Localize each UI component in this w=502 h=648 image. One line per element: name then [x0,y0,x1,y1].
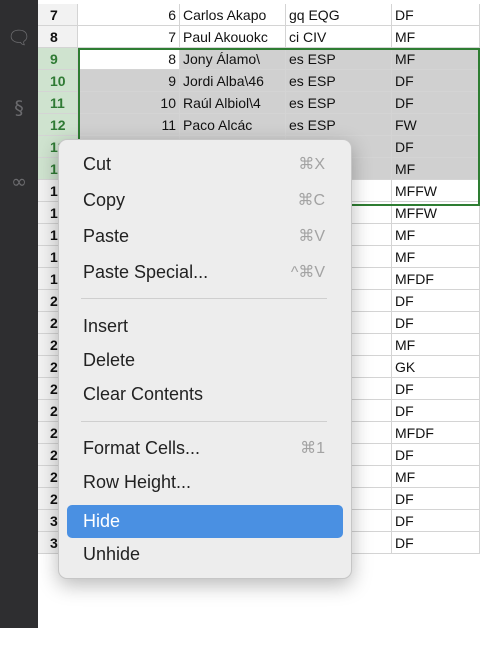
table-row[interactable]: 10 9 Jordi Alba\46 es ESP DF [38,70,480,92]
menu-item-hide[interactable]: Hide [67,505,343,538]
cell-name[interactable]: Jordi Alba\46 [180,70,286,92]
cell-position[interactable]: MF [392,48,480,70]
cell-name[interactable]: Carlos Akapo [180,4,286,26]
table-row[interactable]: 8 7 Paul Akouokc ci CIV MF [38,26,480,48]
cell-name[interactable]: Jony Álamo\ [180,48,286,70]
cell-position[interactable]: MF [392,246,480,268]
cell-position[interactable]: GK [392,356,480,378]
cell-position[interactable]: DF [392,70,480,92]
cell-position[interactable]: DF [392,510,480,532]
context-menu: Cut ⌘X Copy ⌘C Paste ⌘V Paste Special... ^⌘V Ins… [58,139,352,579]
menu-item-shortcut: ^⌘V [290,264,325,281]
menu-item-label: Paste [83,226,130,246]
cell-name[interactable]: Raúl Albiol\4 [180,92,286,114]
left-sidebar: 🗨 § ∞ [0,0,38,628]
menu-item-unhide[interactable]: Unhide [67,538,343,571]
link-icon[interactable]: ∞ [0,170,38,194]
menu-item-label: Row Height... [83,472,192,492]
cell-position[interactable]: MF [392,158,480,180]
cell-position[interactable]: DF [392,378,480,400]
cell-position[interactable]: MF [392,26,480,48]
cell-nationality[interactable]: es ESP [286,70,392,92]
speech-bubble-icon[interactable]: 🗨 [0,26,38,50]
row-header[interactable]: 7 [38,4,78,26]
menu-item-row-height[interactable]: Row Height... [67,466,343,499]
cell-position[interactable]: MF [392,466,480,488]
menu-item-label: Clear Contents [83,384,204,404]
cell-number[interactable]: 10 [78,92,180,114]
menu-item-shortcut: ⌘C [297,192,325,209]
menu-item-paste[interactable]: Paste ⌘V [67,220,343,253]
menu-item-shortcut: ⌘1 [300,440,325,457]
menu-item-label: Paste Special... [83,262,209,282]
menu-item-insert[interactable]: Insert [67,310,343,343]
menu-item-format-cells[interactable]: Format Cells... ⌘1 [67,432,343,465]
table-row[interactable]: 12 11 Paco Alcác es ESP FW [38,114,480,136]
cell-position[interactable]: DF [392,92,480,114]
row-header[interactable]: 12 [38,114,78,136]
cell-name[interactable]: Paul Akouokc [180,26,286,48]
cell-position[interactable]: MFDF [392,422,480,444]
menu-item-delete[interactable]: Delete [67,344,343,377]
cell-number[interactable]: 11 [78,114,180,136]
cell-nationality[interactable]: ci CIV [286,26,392,48]
menu-item-cut[interactable]: Cut ⌘X [67,148,343,181]
menu-item-label: Unhide [83,544,141,564]
menu-item-copy[interactable]: Copy ⌘C [67,184,343,217]
cell-position[interactable]: DF [392,400,480,422]
cell-nationality[interactable]: es ESP [286,48,392,70]
cell-position[interactable]: FW [392,114,480,136]
menu-item-label: Delete [83,350,136,370]
row-header[interactable]: 11 [38,92,78,114]
cell-position[interactable]: MFDF [392,268,480,290]
cell-position[interactable]: DF [392,444,480,466]
cell-name[interactable]: Paco Alcác [180,114,286,136]
menu-item-shortcut: ⌘X [298,156,325,173]
cell-position[interactable]: DF [392,532,480,554]
table-row[interactable]: 7 6 Carlos Akapo gq EQG DF [38,4,480,26]
menu-item-label: Cut [83,154,112,174]
table-row[interactable]: 11 10 Raúl Albiol\4 es ESP DF [38,92,480,114]
cell-number[interactable]: 8 [78,48,180,70]
cell-position[interactable]: DF [392,4,480,26]
cell-nationality[interactable]: es ESP [286,92,392,114]
row-header[interactable]: 10 [38,70,78,92]
cell-nationality[interactable]: gq EQG [286,4,392,26]
cell-position[interactable]: MFFW [392,180,480,202]
cell-nationality[interactable]: es ESP [286,114,392,136]
cell-position[interactable]: MFFW [392,202,480,224]
cell-number[interactable]: 6 [78,4,180,26]
menu-item-label: Copy [83,190,126,210]
cell-position[interactable]: DF [392,312,480,334]
row-header[interactable]: 8 [38,26,78,48]
menu-item-label: Format Cells... [83,438,201,458]
cell-position[interactable]: DF [392,488,480,510]
menu-item-shortcut: ⌘V [298,228,325,245]
cell-number[interactable]: 9 [78,70,180,92]
cell-position[interactable]: MF [392,224,480,246]
menu-item-label: Hide [83,511,121,531]
cell-number[interactable]: 7 [78,26,180,48]
wave-icon[interactable]: § [0,96,38,120]
table-row[interactable]: 9 8 Jony Álamo\ es ESP MF [38,48,480,70]
menu-item-paste-special[interactable]: Paste Special... ^⌘V [67,256,343,289]
menu-separator [81,421,327,422]
cell-position[interactable]: DF [392,290,480,312]
row-header[interactable]: 9 [38,48,78,70]
menu-item-clear-contents[interactable]: Clear Contents [67,378,343,411]
menu-item-label: Insert [83,316,129,336]
menu-separator [81,298,327,299]
cell-position[interactable]: MF [392,334,480,356]
cell-position[interactable]: DF [392,136,480,158]
